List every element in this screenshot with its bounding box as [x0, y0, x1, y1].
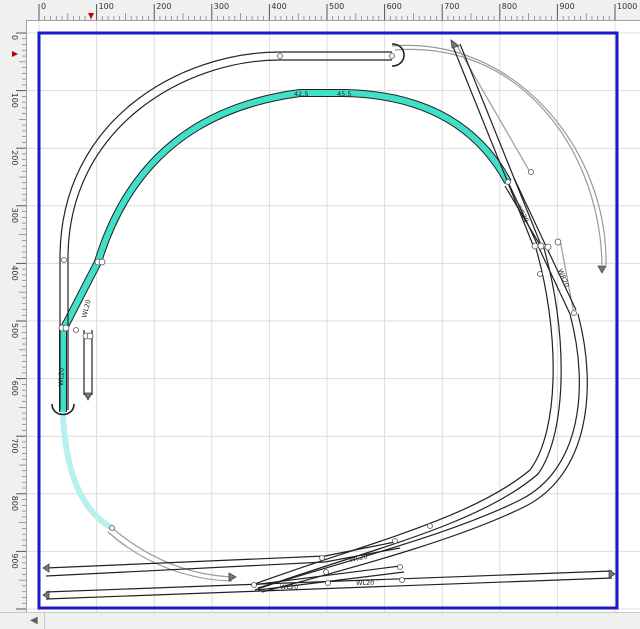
- joint[interactable]: [528, 169, 534, 175]
- ruler-y-label: 0: [10, 35, 19, 40]
- joint[interactable]: [531, 242, 539, 250]
- ruler-x-label: 600: [387, 2, 402, 11]
- scroll-divider: [44, 613, 45, 629]
- ruler-x-label: 0: [41, 2, 46, 11]
- right-curve-inner[interactable]: [251, 244, 554, 586]
- horizontal-scrollbar[interactable]: ◀: [0, 612, 640, 629]
- ruler-x-label: 800: [502, 2, 517, 11]
- track-label-left-switch-1: WL20: [80, 299, 92, 319]
- arrow-bottom-left-2[interactable]: [42, 590, 50, 600]
- joint[interactable]: [554, 238, 562, 246]
- joint[interactable]: [537, 271, 543, 277]
- horizontal-ruler-svg: 0 100 200 300 400 500 600 700 800 900 1000: [38, 2, 637, 20]
- joint[interactable]: [109, 525, 115, 531]
- bottom-straight-1[interactable]: [45, 541, 396, 569]
- track-label-bottom-switch-3: WL20: [356, 579, 374, 587]
- vertical-ruler[interactable]: 01002003004005006007008009001000: [0, 20, 27, 629]
- buffer-stops: [51, 43, 405, 416]
- ruler-y-label: 200: [10, 150, 19, 165]
- track-label-bottom-switch-1: WL20: [349, 552, 369, 564]
- ruler-x-label: 100: [99, 2, 114, 11]
- joint[interactable]: [319, 555, 325, 561]
- ruler-y-label: 100: [10, 93, 19, 108]
- track-label-bottom-switch-2: WL20: [280, 583, 298, 591]
- joint[interactable]: [325, 580, 331, 586]
- outer-loop-top-inner[interactable]: [67, 59, 392, 330]
- scroll-left-arrow-icon[interactable]: ◀: [30, 615, 38, 626]
- joint[interactable]: [323, 569, 329, 575]
- ruler-y-label: 700: [10, 438, 19, 453]
- joint[interactable]: [277, 53, 283, 59]
- joint[interactable]: [61, 257, 67, 263]
- horizontal-ruler[interactable]: 0 100 200 300 400 500 600 700 800 900 1000: [0, 0, 640, 21]
- ghost-curve-top-right: [394, 48, 603, 266]
- track-label-top-a: 42.5: [294, 90, 308, 98]
- joint[interactable]: [505, 179, 511, 185]
- arrow-left-spur-end[interactable]: [83, 392, 93, 401]
- track-label-top-b: 45.5: [337, 90, 351, 98]
- right-diag-2-inner[interactable]: [513, 177, 577, 311]
- joint[interactable]: [86, 332, 94, 340]
- joint[interactable]: [544, 243, 552, 251]
- track-layout[interactable]: 42.5 45.5 WL20 WL20 WR20 WR20 WL20 WL20 …: [27, 21, 640, 612]
- ruler-x-label: 1000: [617, 2, 637, 11]
- ruler-y-label: 800: [10, 496, 19, 511]
- joint[interactable]: [389, 53, 395, 59]
- joint[interactable]: [62, 324, 70, 332]
- joint[interactable]: [98, 258, 106, 266]
- ruler-y-label: 600: [10, 381, 19, 396]
- joint[interactable]: [537, 242, 545, 250]
- ruler-y-label: 300: [10, 208, 19, 223]
- right-curve-inner-2[interactable]: [254, 244, 562, 591]
- selected-track-outline: [59, 89, 512, 412]
- joint[interactable]: [392, 538, 398, 544]
- vertical-ruler-svg: 01002003004005006007008009001000: [10, 32, 26, 629]
- arrow-bottom-left-1[interactable]: [42, 563, 50, 573]
- track-label-left-switch-2: WL20: [57, 367, 66, 386]
- joint[interactable]: [399, 577, 405, 583]
- ruler-x-label: 500: [329, 2, 344, 11]
- joint[interactable]: [427, 523, 433, 529]
- selected-track[interactable]: [59, 89, 512, 590]
- ruler-y-label: 900: [10, 553, 19, 568]
- ruler-x-label: 400: [271, 2, 286, 11]
- selected-track-light[interactable]: [60, 411, 114, 531]
- joint[interactable]: [251, 582, 257, 588]
- layout-canvas[interactable]: 42.5 45.5 WL20 WL20 WR20 WR20 WL20 WL20 …: [27, 21, 640, 612]
- arrow-bottom-ghost-end[interactable]: [228, 572, 237, 582]
- open-end-arrows: [42, 39, 616, 600]
- ghost-tracks: [107, 43, 607, 582]
- arrow-right-end[interactable]: [597, 265, 607, 274]
- ruler-x-label: 900: [559, 2, 574, 11]
- joint[interactable]: [73, 327, 79, 333]
- joint[interactable]: [571, 310, 577, 316]
- ghost-curve-top-right-outer: [391, 44, 607, 266]
- ruler-x-label: 700: [444, 2, 459, 11]
- ruler-y-cursor-marker: [12, 51, 18, 57]
- grid: [27, 21, 640, 612]
- ruler-x-cursor-marker: [88, 13, 94, 19]
- selected-track-fill[interactable]: [60, 90, 511, 412]
- ruler-y-label: 500: [10, 323, 19, 338]
- track-label-right-switch-2: WR20: [556, 268, 571, 289]
- joint[interactable]: [397, 564, 403, 570]
- right-curve-outer-2[interactable]: [261, 313, 588, 593]
- ruler-x-label: 200: [156, 2, 171, 11]
- ruler-y-label: 400: [10, 265, 19, 280]
- ruler-x-label: 300: [214, 2, 229, 11]
